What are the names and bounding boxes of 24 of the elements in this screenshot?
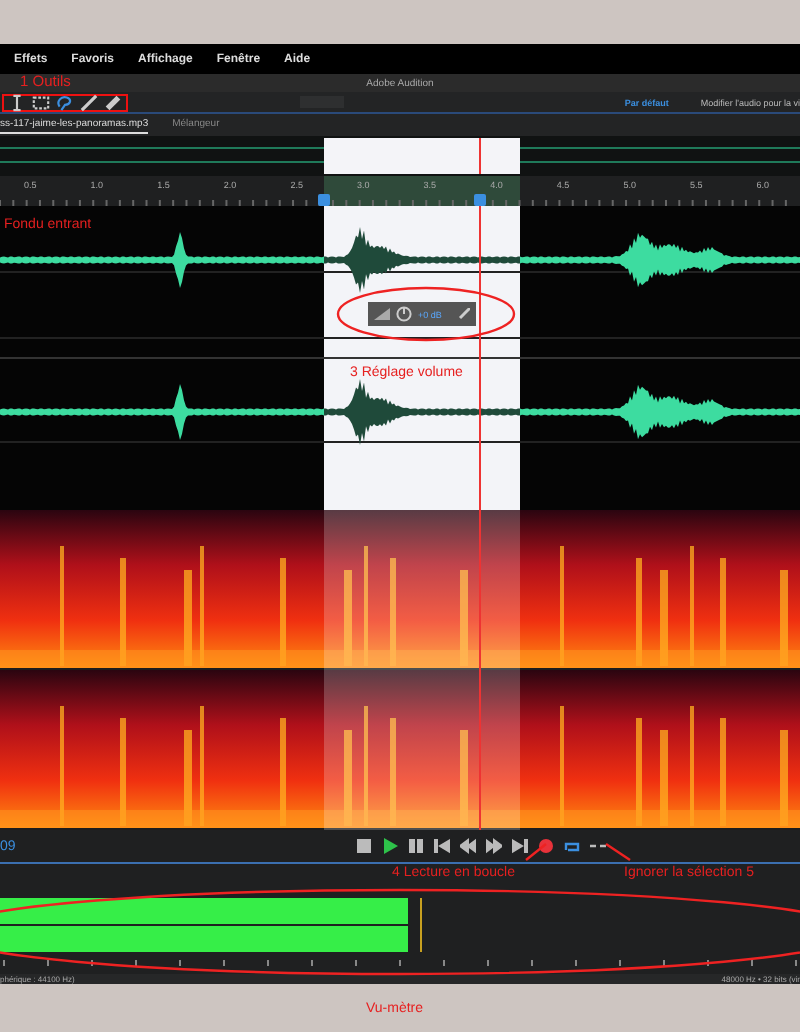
leader-line: [604, 842, 632, 862]
stop-icon[interactable]: [356, 838, 372, 854]
leader-line: [524, 842, 548, 862]
peak-marker: [420, 898, 422, 952]
selection-handle[interactable]: [318, 194, 330, 206]
overview-waveform[interactable]: [0, 136, 800, 176]
healing-tool-icon[interactable]: [104, 93, 122, 111]
loop-icon[interactable]: [564, 838, 580, 854]
playhead-handle[interactable]: [474, 194, 486, 206]
waveform[interactable]: [0, 206, 800, 510]
forward-icon[interactable]: [486, 838, 502, 854]
marquee-tool-icon[interactable]: [32, 93, 50, 111]
level-icon: [374, 308, 390, 320]
lasso-tool-icon[interactable]: [56, 93, 74, 111]
play-icon[interactable]: [382, 838, 398, 854]
end-icon[interactable]: [512, 838, 528, 854]
pin-icon[interactable]: [458, 308, 470, 320]
time-tool-icon[interactable]: [8, 93, 26, 111]
record-icon[interactable]: [538, 838, 554, 854]
rewind-icon[interactable]: [460, 838, 476, 854]
knob-icon[interactable]: [396, 306, 412, 322]
brush-tool-icon[interactable]: [80, 93, 98, 111]
start-icon[interactable]: [434, 838, 450, 854]
pause-icon[interactable]: [408, 838, 424, 854]
